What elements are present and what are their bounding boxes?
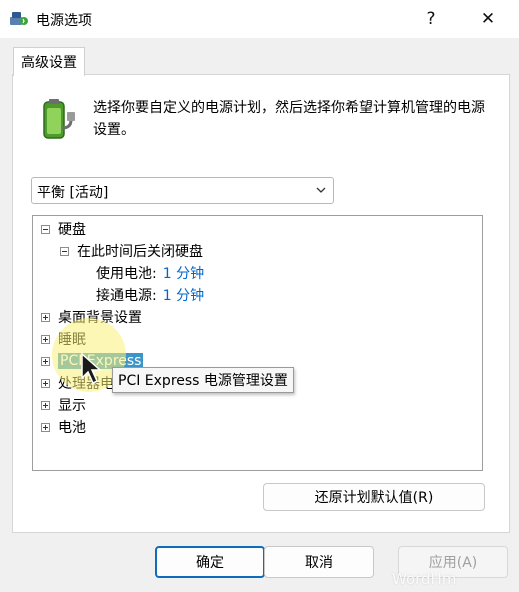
ok-button[interactable]: 确定 bbox=[155, 546, 265, 578]
tree-item-turn-off-hard-disk[interactable]: 在此时间后关闭硬盘 bbox=[60, 240, 203, 262]
chevron-down-icon bbox=[316, 187, 326, 193]
expand-icon[interactable] bbox=[41, 312, 50, 322]
tree-item-label: 显示 bbox=[58, 398, 86, 414]
expand-icon[interactable] bbox=[41, 378, 50, 388]
power-plan-value: 平衡 [活动] bbox=[37, 185, 109, 201]
cancel-button[interactable]: 取消 bbox=[264, 546, 374, 578]
setting-label: 使用电池: bbox=[96, 266, 157, 282]
expand-icon[interactable] bbox=[41, 400, 50, 410]
mouse-pointer-icon bbox=[81, 352, 102, 385]
tooltip: PCI Express 电源管理设置 bbox=[112, 367, 294, 393]
tree-item-display[interactable]: 显示 bbox=[41, 394, 86, 416]
collapse-icon[interactable] bbox=[60, 246, 69, 256]
tree-item-label: 在此时间后关闭硬盘 bbox=[77, 244, 203, 260]
expand-icon[interactable] bbox=[41, 334, 50, 344]
tree-item-on-battery: 使用电池: 1 分钟 bbox=[96, 262, 204, 284]
power-options-icon bbox=[10, 12, 28, 25]
setting-label: 接通电源: bbox=[96, 288, 157, 304]
tree-item-plugged-in: 接通电源: 1 分钟 bbox=[96, 284, 204, 306]
watermark: WordHm bbox=[392, 570, 457, 588]
window-title: 电源选项 bbox=[36, 13, 92, 29]
tree-item-label: 睡眠 bbox=[58, 332, 86, 348]
plugged-in-value-link[interactable]: 1 分钟 bbox=[163, 285, 204, 305]
tree-item-label: 桌面背景设置 bbox=[58, 310, 142, 326]
help-button[interactable]: ? bbox=[404, 0, 458, 38]
tree-item-battery[interactable]: 电池 bbox=[41, 416, 86, 438]
battery-plug-icon bbox=[43, 99, 75, 139]
tree-item-sleep[interactable]: 睡眠 bbox=[41, 328, 86, 350]
restore-defaults-button[interactable]: 还原计划默认值(R) bbox=[263, 483, 485, 511]
power-plan-dropdown[interactable]: 平衡 [活动] bbox=[31, 177, 334, 204]
tree-item-hard-disk[interactable]: 硬盘 bbox=[41, 218, 86, 240]
tab-advanced-settings[interactable]: 高级设置 bbox=[13, 47, 85, 76]
tree-item-label: 电池 bbox=[58, 420, 86, 436]
close-button[interactable]: ✕ bbox=[461, 0, 515, 38]
collapse-icon[interactable] bbox=[41, 224, 50, 234]
tree-item-desktop-background[interactable]: 桌面背景设置 bbox=[41, 306, 142, 328]
tree-item-label: 硬盘 bbox=[58, 222, 86, 238]
intro-text: 选择你要自定义的电源计划，然后选择你希望计算机管理的电源设置。 bbox=[93, 100, 485, 138]
on-battery-value-link[interactable]: 1 分钟 bbox=[163, 263, 204, 283]
expand-icon[interactable] bbox=[41, 356, 50, 366]
expand-icon[interactable] bbox=[41, 422, 50, 432]
